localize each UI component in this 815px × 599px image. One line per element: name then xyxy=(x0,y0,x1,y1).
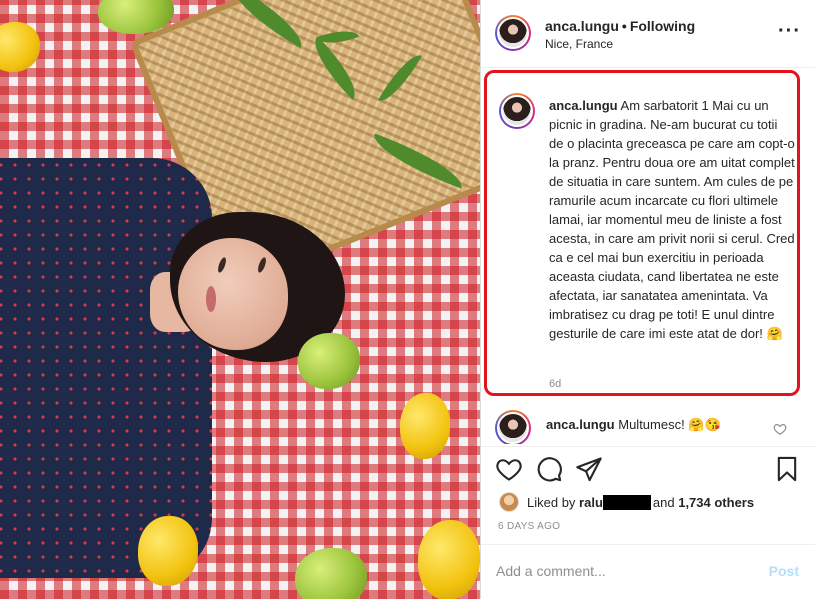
more-options-icon[interactable]: ··· xyxy=(778,21,801,41)
post-photo[interactable] xyxy=(0,0,481,599)
post-comment-button[interactable]: Post xyxy=(769,563,799,579)
post-date[interactable]: 6 DAYS AGO xyxy=(498,521,560,532)
liker-username[interactable]: ralu xyxy=(579,495,603,510)
redaction-box xyxy=(602,494,651,510)
lemon xyxy=(295,548,367,599)
caption-text: Am sarbatorit 1 Mai cu un picnic in grad… xyxy=(549,98,795,341)
person-mouth xyxy=(206,286,216,312)
comment-like-icon[interactable] xyxy=(773,422,787,436)
caption-timestamp[interactable]: 6d xyxy=(549,378,561,390)
following-button[interactable]: Following xyxy=(630,18,695,34)
caption-text-block: anca.lungu Am sarbatorit 1 Mai cu un pic… xyxy=(549,96,795,343)
bookmark-icon[interactable] xyxy=(773,455,801,483)
share-plane-icon[interactable] xyxy=(575,455,603,483)
comment-avatar[interactable] xyxy=(495,410,531,444)
lemon xyxy=(298,333,360,389)
person-face xyxy=(178,238,288,350)
post-side-panel: anca.lungu • Following Nice, France ··· an… xyxy=(481,0,815,599)
profile-avatar[interactable] xyxy=(495,15,531,51)
liked-by-line: Liked by ralu and 1,734 others xyxy=(499,492,754,512)
lemon xyxy=(400,393,450,459)
header-separator: • xyxy=(621,18,627,34)
liked-by-prefix: Liked by xyxy=(527,494,576,510)
avatar-image xyxy=(501,95,533,127)
add-comment-input[interactable] xyxy=(496,563,746,579)
person-shirt xyxy=(0,158,212,578)
lemon xyxy=(418,520,480,599)
header-user-line: anca.lungu • Following xyxy=(545,18,695,34)
avatar-image xyxy=(497,17,529,49)
post-header: anca.lungu • Following Nice, France ··· xyxy=(481,0,815,68)
caption-username[interactable]: anca.lungu xyxy=(549,98,618,113)
header-username[interactable]: anca.lungu xyxy=(545,18,619,34)
post-actions: Liked by ralu and 1,734 others 6 DAYS AGO xyxy=(481,446,815,544)
comment-item: anca.lungu Multumesc! 🤗😘 xyxy=(481,404,815,444)
like-heart-icon[interactable] xyxy=(495,455,523,483)
comment-text-block: anca.lungu Multumesc! 🤗😘 xyxy=(546,417,721,433)
lemon xyxy=(0,22,40,72)
comment-bubble-icon[interactable] xyxy=(535,455,563,483)
likes-count[interactable]: 1,734 others xyxy=(678,495,754,510)
caption-avatar[interactable] xyxy=(499,93,535,129)
liker-avatar[interactable] xyxy=(499,492,519,512)
avatar-image xyxy=(497,412,529,444)
comment-text: Multumesc! 🤗😘 xyxy=(618,417,721,432)
lemon xyxy=(138,516,198,586)
comment-username[interactable]: anca.lungu xyxy=(546,417,615,432)
caption-highlight: anca.lungu Am sarbatorit 1 Mai cu un pic… xyxy=(484,70,800,396)
liked-by-and: and xyxy=(652,494,675,510)
post-location[interactable]: Nice, France xyxy=(545,37,613,51)
add-comment-bar: Post xyxy=(481,544,815,599)
